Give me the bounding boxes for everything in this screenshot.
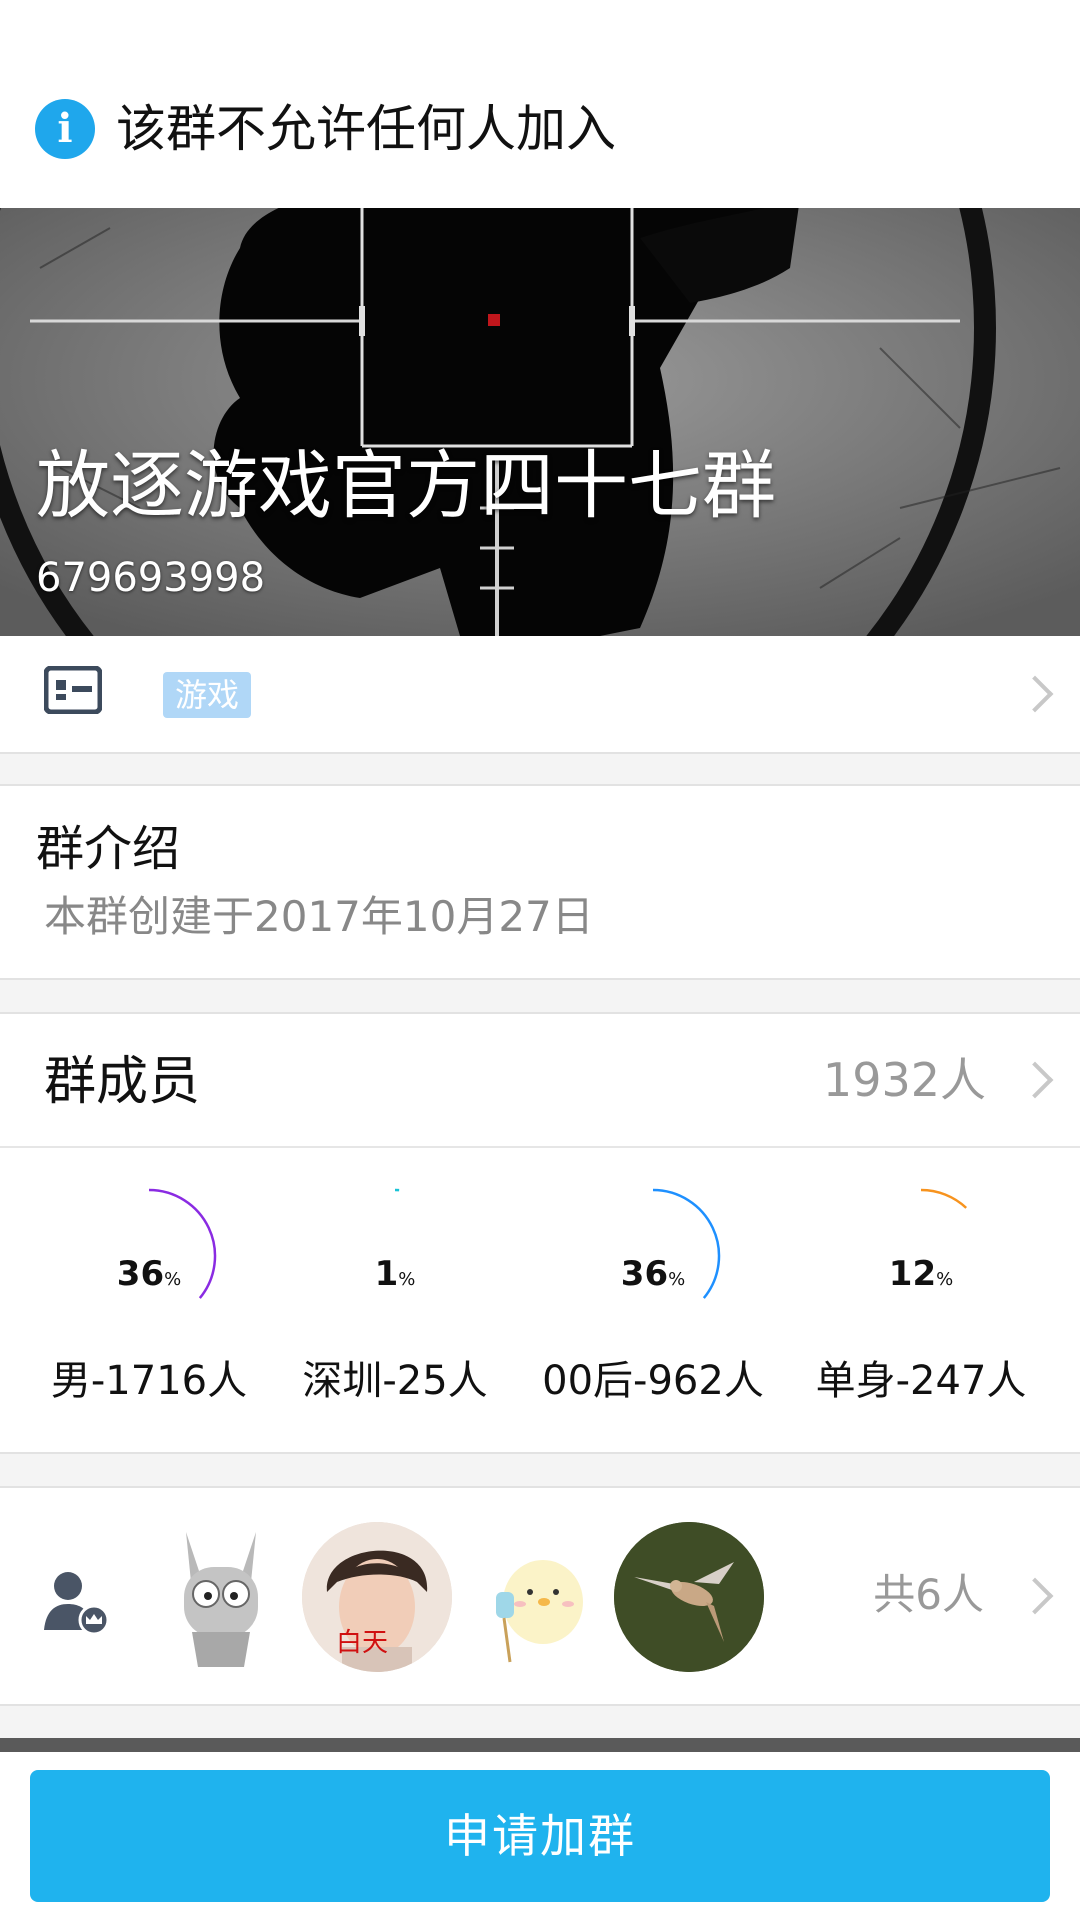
bottom-divider [0,1738,1080,1752]
admins-section[interactable]: 白天 共6人 [0,1486,1080,1706]
group-intro-section: 群介绍 本群创建于2017年10月27日 [0,784,1080,980]
stat-location: 1% 深圳-25人 [270,1164,520,1434]
stat-label: 00后-962人 [542,1358,764,1404]
admins-total: 共6人 [873,1570,984,1619]
group-banner: 放逐游戏官方四十七群 679693998 [0,208,1080,636]
intro-description: 本群创建于2017年10月27日 [44,892,594,941]
notice-bar: i 该群不允许任何人加入 [0,0,1080,208]
members-title: 群成员 [44,1052,201,1112]
bottom-action-bar: 申请加群 [0,1752,1080,1920]
stat-percent: 1% [374,1254,416,1294]
stat-label: 深圳-25人 [302,1358,488,1404]
stat-age: 36% 00后-962人 [528,1164,778,1434]
notice-text: 该群不允许任何人加入 [116,100,616,158]
stat-label: 男-1716人 [50,1358,248,1404]
percent-arc [920,1188,968,1209]
duck-cartoon-avatar[interactable] [458,1522,608,1672]
stat-label: 单身-247人 [815,1358,1027,1404]
admin-crown-icon [44,1572,110,1636]
members-count: 1932人 [822,1053,986,1107]
chevron-right-icon [1016,1577,1054,1615]
robot-avatar[interactable] [146,1522,296,1672]
category-tag: 游戏 [163,672,252,718]
hummingbird-avatar[interactable] [614,1522,764,1672]
id-card-icon [44,666,102,714]
avatar-overlay-text: 白天 [336,1628,389,1658]
group-id: 679693998 [36,555,266,601]
stat-gender: 36% 男-1716人 [24,1164,274,1434]
chevron-right-icon [1016,1061,1054,1099]
group-category-row[interactable]: 游戏 [0,636,1080,754]
chevron-right-icon [1016,675,1054,713]
members-section: 群成员 1932人 36% 男-1716人 1% 深圳-25人 36% 00后-… [0,1012,1080,1454]
intro-title: 群介绍 [36,821,181,877]
stat-percent: 12% [888,1254,954,1294]
members-header[interactable]: 群成员 1932人 [0,1014,1080,1148]
info-icon: i [35,99,95,159]
apply-join-button[interactable]: 申请加群 [30,1770,1050,1902]
stat-percent: 36% [116,1254,182,1294]
group-name: 放逐游戏官方四十七群 [36,443,776,529]
stat-single: 12% 单身-247人 [796,1164,1046,1434]
boy-portrait-avatar[interactable]: 白天 [302,1522,452,1672]
stat-percent: 36% [620,1254,686,1294]
